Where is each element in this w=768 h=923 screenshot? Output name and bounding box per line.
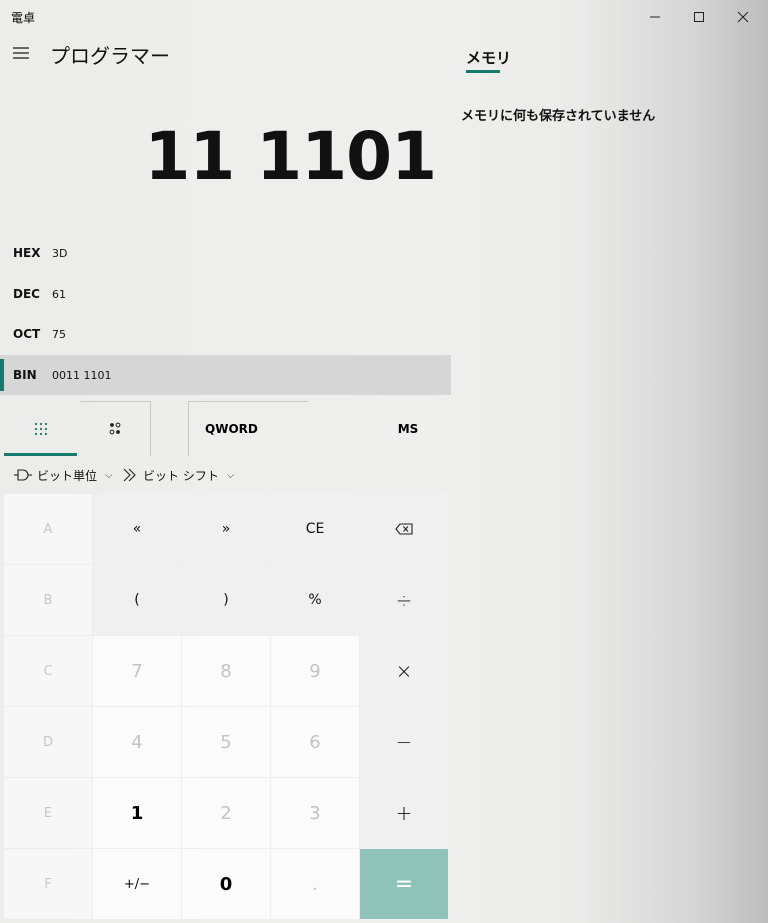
radix-value: 3D bbox=[52, 246, 68, 260]
key-2[interactable]: 2 bbox=[182, 778, 270, 848]
mode-title: プログラマー bbox=[50, 44, 170, 68]
key-equals[interactable]: = bbox=[360, 849, 448, 919]
close-button[interactable] bbox=[720, 0, 766, 34]
bitwise-dropdown[interactable]: ビット単位 ⌵ bbox=[14, 462, 113, 488]
key-subtract[interactable]: − bbox=[360, 707, 448, 777]
maximize-button[interactable] bbox=[676, 0, 722, 34]
radix-row-oct[interactable]: OCT 75 bbox=[0, 314, 451, 354]
memory-store-button[interactable]: MS bbox=[380, 401, 436, 456]
radix-value: 0011 1101 bbox=[52, 368, 112, 382]
key-8[interactable]: 8 bbox=[182, 636, 270, 706]
bitwise-label: ビット単位 bbox=[37, 468, 98, 483]
radix-row-dec[interactable]: DEC 61 bbox=[0, 274, 451, 314]
tab-bit-toggle-keypad[interactable] bbox=[80, 401, 151, 456]
radix-label: OCT bbox=[13, 327, 41, 341]
radix-label: BIN bbox=[13, 368, 37, 382]
radix-row-hex[interactable]: HEX 3D bbox=[0, 233, 451, 273]
radix-label: DEC bbox=[13, 287, 40, 301]
key-3[interactable]: 3 bbox=[271, 778, 359, 848]
key-5[interactable]: 5 bbox=[182, 707, 270, 777]
key-divide[interactable]: ÷ bbox=[360, 565, 448, 635]
radix-row-bin[interactable]: BIN 0011 1101 bbox=[0, 355, 451, 395]
key-a[interactable]: A bbox=[4, 494, 92, 564]
memory-tab-indicator bbox=[466, 70, 500, 73]
key-d[interactable]: D bbox=[4, 707, 92, 777]
tab-memory[interactable]: メモリ bbox=[466, 47, 511, 68]
key-0[interactable]: 0 bbox=[182, 849, 270, 919]
chevron-down-icon: ⌵ bbox=[226, 469, 235, 481]
keypad-icon bbox=[34, 422, 47, 435]
key-e[interactable]: E bbox=[4, 778, 92, 848]
radix-value: 75 bbox=[52, 327, 66, 341]
bitshift-dropdown[interactable]: ビット シフト ⌵ bbox=[122, 462, 234, 488]
keypad-toolbar: QWORD MS bbox=[0, 401, 451, 456]
key-left-paren[interactable]: ( bbox=[93, 565, 181, 635]
maximize-icon bbox=[694, 12, 704, 22]
key-add[interactable]: + bbox=[360, 778, 448, 848]
key-1[interactable]: 1 bbox=[93, 778, 181, 848]
key-negate[interactable]: +/− bbox=[93, 849, 181, 919]
key-backspace[interactable] bbox=[360, 494, 448, 564]
key-9[interactable]: 9 bbox=[271, 636, 359, 706]
tab-full-keypad[interactable] bbox=[4, 401, 77, 456]
title-bar: 電卓 bbox=[0, 0, 768, 34]
menu-button[interactable] bbox=[4, 36, 38, 70]
key-6[interactable]: 6 bbox=[271, 707, 359, 777]
hamburger-icon bbox=[13, 47, 29, 59]
key-left-shift[interactable]: « bbox=[93, 494, 181, 564]
logic-gate-icon bbox=[14, 469, 32, 481]
radix-label: HEX bbox=[13, 246, 41, 260]
window-title: 電卓 bbox=[11, 11, 36, 25]
key-f[interactable]: F bbox=[4, 849, 92, 919]
radix-value: 61 bbox=[52, 287, 66, 301]
memory-empty-message: メモリに何も保存されていません bbox=[461, 109, 656, 124]
key-multiply[interactable]: × bbox=[360, 636, 448, 706]
word-size-button[interactable]: QWORD bbox=[188, 401, 308, 456]
backspace-icon bbox=[395, 523, 413, 535]
key-right-shift[interactable]: » bbox=[182, 494, 270, 564]
key-right-paren[interactable]: ) bbox=[182, 565, 270, 635]
key-modulo[interactable]: % bbox=[271, 565, 359, 635]
close-icon bbox=[737, 11, 749, 23]
key-c[interactable]: C bbox=[4, 636, 92, 706]
key-b[interactable]: B bbox=[4, 565, 92, 635]
key-7[interactable]: 7 bbox=[93, 636, 181, 706]
bit-toggle-icon bbox=[109, 422, 121, 435]
chevron-down-icon: ⌵ bbox=[105, 469, 113, 481]
key-4[interactable]: 4 bbox=[93, 707, 181, 777]
key-clear-entry[interactable]: CE bbox=[271, 494, 359, 564]
result-display: 11 1101 bbox=[144, 118, 437, 195]
keypad: A « » CE B ( ) % ÷ C 7 8 9 × D 4 5 6 − E… bbox=[4, 494, 448, 919]
minimize-button[interactable] bbox=[632, 0, 678, 34]
bit-shift-icon bbox=[123, 468, 136, 482]
bitshift-label: ビット シフト bbox=[143, 468, 219, 483]
key-decimal[interactable]: . bbox=[271, 849, 359, 919]
minimize-icon bbox=[650, 16, 660, 18]
